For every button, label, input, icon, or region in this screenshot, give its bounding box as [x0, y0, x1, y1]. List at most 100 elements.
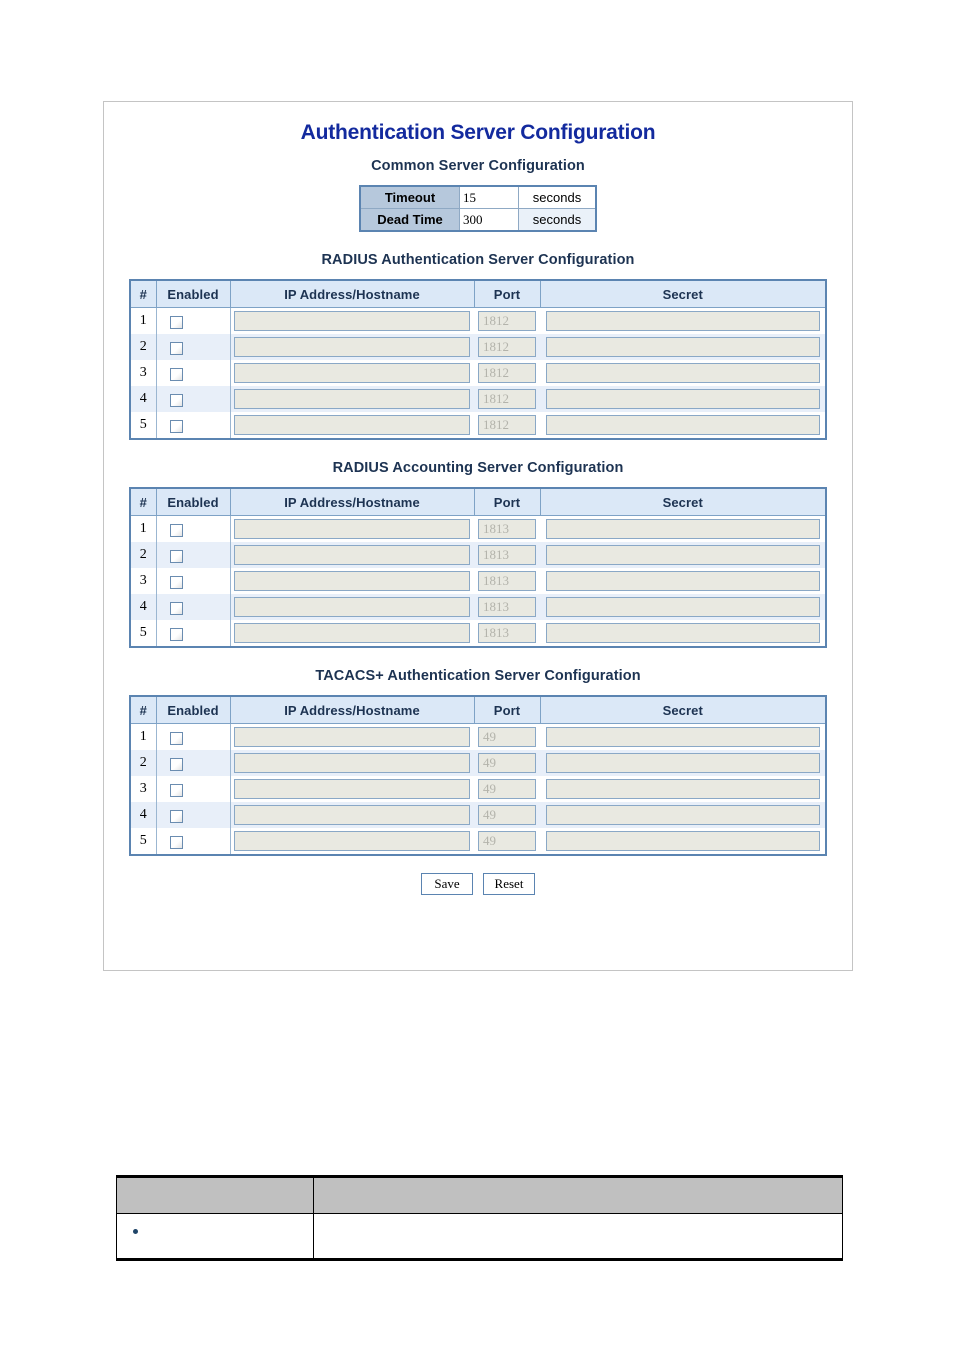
timeout-input[interactable]	[460, 188, 516, 207]
common-config-label: Dead Time	[359, 208, 460, 232]
enabled-checkbox[interactable]	[169, 575, 183, 589]
table-header-row: # Enabled IP Address/Hostname Port Secret	[129, 279, 827, 308]
secret-cell	[540, 620, 826, 647]
enabled-cell	[156, 723, 231, 750]
doc-table-cell	[116, 1213, 314, 1261]
enabled-cell	[156, 334, 231, 360]
server-config-table: # Enabled IP Address/Hostname Port Secret 1 1…	[129, 279, 827, 440]
port-input[interactable]: 1812	[478, 415, 536, 435]
table-header-row: # Enabled IP Address/Hostname Port Secret	[129, 487, 827, 516]
switch-web-ui-panel: Authentication Server Configuration Comm…	[103, 101, 853, 971]
reset-button[interactable]: Reset	[483, 873, 535, 895]
enabled-checkbox[interactable]	[169, 549, 183, 563]
enabled-checkbox[interactable]	[169, 523, 183, 537]
ip-address-input[interactable]	[234, 519, 471, 539]
port-input[interactable]: 1812	[478, 363, 536, 383]
row-index: 5	[130, 412, 157, 439]
table-header-row: # Enabled IP Address/Hostname Port Secret	[129, 695, 827, 724]
dead-time-input[interactable]	[460, 210, 516, 229]
ip-address-input[interactable]	[234, 389, 471, 409]
port-input[interactable]: 49	[478, 727, 536, 747]
port-cell: 1813	[474, 515, 540, 542]
column-header-port: Port	[473, 279, 541, 308]
enabled-checkbox[interactable]	[169, 809, 183, 823]
port-input[interactable]: 1813	[478, 519, 536, 539]
secret-input[interactable]	[545, 415, 820, 435]
doc-table-cell	[313, 1213, 843, 1261]
table-row: 1 49	[130, 723, 826, 750]
enabled-checkbox[interactable]	[169, 367, 183, 381]
port-input[interactable]: 49	[478, 753, 536, 773]
secret-input[interactable]	[545, 831, 820, 851]
secret-input[interactable]	[545, 571, 820, 591]
port-input[interactable]: 1813	[478, 597, 536, 617]
enabled-cell	[156, 828, 231, 855]
ip-address-input[interactable]	[234, 337, 471, 357]
row-index: 4	[130, 594, 157, 620]
enabled-checkbox[interactable]	[169, 419, 183, 433]
common-config-label: Timeout	[359, 185, 460, 209]
enabled-checkbox[interactable]	[169, 835, 183, 849]
ip-address-cell	[230, 620, 474, 647]
secret-input[interactable]	[545, 623, 820, 643]
enabled-checkbox[interactable]	[169, 783, 183, 797]
secret-cell	[540, 386, 826, 412]
ip-address-input[interactable]	[234, 623, 471, 643]
secret-input[interactable]	[545, 753, 820, 773]
ip-address-input[interactable]	[234, 363, 471, 383]
port-input[interactable]: 49	[478, 831, 536, 851]
secret-cell	[540, 542, 826, 568]
port-input[interactable]: 1813	[478, 571, 536, 591]
port-input[interactable]: 1813	[478, 545, 536, 565]
ip-address-input[interactable]	[234, 311, 471, 331]
ip-address-input[interactable]	[234, 415, 471, 435]
save-button[interactable]: Save	[421, 873, 473, 895]
enabled-checkbox[interactable]	[169, 757, 183, 771]
table-row: 5 1812	[130, 412, 826, 439]
column-header-number: #	[129, 695, 157, 724]
secret-input[interactable]	[545, 779, 820, 799]
enabled-cell	[156, 620, 231, 647]
secret-input[interactable]	[545, 363, 820, 383]
ip-address-input[interactable]	[234, 545, 471, 565]
enabled-checkbox[interactable]	[169, 315, 183, 329]
secret-input[interactable]	[545, 519, 820, 539]
row-index: 1	[130, 307, 157, 334]
port-input[interactable]: 49	[478, 805, 536, 825]
ip-address-cell	[230, 828, 474, 855]
port-input[interactable]: 1813	[478, 623, 536, 643]
ip-address-input[interactable]	[234, 571, 471, 591]
secret-input[interactable]	[545, 805, 820, 825]
enabled-checkbox[interactable]	[169, 601, 183, 615]
ip-address-input[interactable]	[234, 831, 471, 851]
secret-cell	[540, 307, 826, 334]
port-input[interactable]: 49	[478, 779, 536, 799]
doc-table-header-cell	[313, 1175, 843, 1214]
secret-input[interactable]	[545, 545, 820, 565]
column-header-enabled: Enabled	[155, 279, 231, 308]
ip-address-input[interactable]	[234, 727, 471, 747]
secret-input[interactable]	[545, 727, 820, 747]
row-index: 3	[130, 360, 157, 386]
column-header-secret: Secret	[539, 487, 827, 516]
port-cell: 1813	[474, 594, 540, 620]
secret-input[interactable]	[545, 311, 820, 331]
ip-address-input[interactable]	[234, 779, 471, 799]
port-input[interactable]: 1812	[478, 389, 536, 409]
row-index: 5	[130, 620, 157, 647]
port-input[interactable]: 1812	[478, 337, 536, 357]
enabled-checkbox[interactable]	[169, 731, 183, 745]
secret-cell	[540, 750, 826, 776]
ip-address-input[interactable]	[234, 753, 471, 773]
ip-address-input[interactable]	[234, 597, 471, 617]
enabled-checkbox[interactable]	[169, 393, 183, 407]
secret-input[interactable]	[545, 337, 820, 357]
ip-address-input[interactable]	[234, 805, 471, 825]
secret-input[interactable]	[545, 597, 820, 617]
secret-cell	[540, 568, 826, 594]
table-row: 3 1812	[130, 360, 826, 386]
enabled-checkbox[interactable]	[169, 627, 183, 641]
secret-input[interactable]	[545, 389, 820, 409]
enabled-checkbox[interactable]	[169, 341, 183, 355]
port-input[interactable]: 1812	[478, 311, 536, 331]
